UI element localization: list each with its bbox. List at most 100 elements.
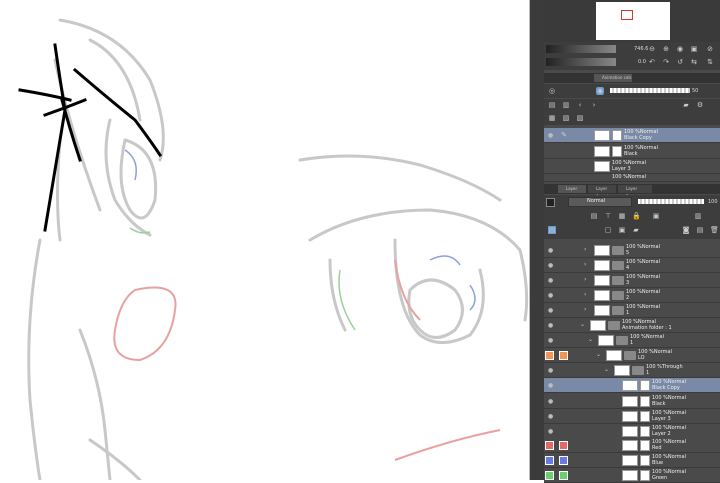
cel-row[interactable]: ● ✎ 100 %Normal Black Copy [544, 128, 720, 143]
layer-row[interactable]: ●100 %NormalGreen [544, 468, 720, 483]
eye-icon[interactable]: ● [548, 337, 555, 344]
layer-row[interactable]: ● 100 %Normal Layer 2 [544, 424, 720, 439]
merge-icon[interactable]: ▤ [696, 226, 704, 234]
new-raster-icon[interactable]: ▢ [604, 226, 612, 234]
mask-icon[interactable]: ▣ [652, 212, 660, 220]
clip-icon[interactable]: ▤ [590, 212, 598, 220]
rotate-left-icon[interactable]: ↶ [648, 58, 656, 66]
eye-icon[interactable]: ● [548, 398, 555, 405]
expand-chevron-icon[interactable]: › [584, 291, 586, 298]
layer-row[interactable]: ● › 100 %Normal 1 [544, 303, 720, 318]
expand-chevron-icon[interactable]: › [584, 276, 586, 283]
cel-tool-3-icon[interactable]: ▨ [576, 114, 584, 122]
layer-row[interactable]: ● 100 %Normal Black [544, 394, 720, 409]
tab-layer[interactable]: Layer [558, 185, 586, 193]
layer-color-tag[interactable] [559, 351, 568, 360]
eye-icon[interactable]: ● [548, 428, 555, 435]
layer-row[interactable]: ●⌄100 %NormalLO [544, 348, 720, 363]
expand-chevron-icon[interactable]: › [584, 246, 586, 253]
copy-cel-icon[interactable]: ▥ [562, 101, 570, 109]
flip-h-icon[interactable]: ⇆ [690, 58, 698, 66]
folder-icon[interactable]: ▰ [682, 101, 690, 109]
fit-icon[interactable]: ◉ [676, 45, 684, 53]
layer-tool-icon[interactable]: ▤ [548, 226, 556, 234]
cel-tool-2-icon[interactable]: ▧ [562, 114, 570, 122]
layer-color-tag[interactable] [545, 351, 554, 360]
eye-icon[interactable]: ● [548, 292, 555, 299]
reset-rotate-icon[interactable]: ↺ [676, 58, 684, 66]
delete-icon[interactable]: 🗑 [710, 226, 719, 234]
drawing-canvas[interactable] [0, 0, 530, 480]
new-cel-icon[interactable]: ▤ [548, 101, 556, 109]
expand-chevron-icon[interactable]: › [584, 306, 586, 313]
eye-icon[interactable]: ● [548, 413, 555, 420]
zoom-out-icon[interactable]: ⊖ [648, 45, 656, 53]
cel-row[interactable]: 100 %Normal [544, 174, 720, 182]
view-rect[interactable] [621, 10, 633, 20]
layer-blend-text: 100 %Normal [626, 274, 660, 280]
prev-icon[interactable]: ‹ [576, 101, 584, 109]
navigator-thumbnail[interactable] [596, 2, 670, 40]
layer-row[interactable]: ● 100 %Normal Black Copy [544, 378, 720, 393]
rotate-right-icon[interactable]: ↷ [662, 58, 670, 66]
layer-color-tag[interactable] [559, 471, 568, 480]
flip-v-icon[interactable]: ⇅ [706, 58, 714, 66]
layer-color-tag[interactable] [559, 441, 568, 450]
new-vector-icon[interactable]: ▣ [618, 226, 626, 234]
layer-row[interactable]: ● › 100 %Normal 5 [544, 243, 720, 258]
layer-row[interactable]: ● ⌄ 100 %Through 1 [544, 363, 720, 378]
settings-icon[interactable]: ⚙ [696, 101, 704, 109]
actual-size-icon[interactable]: ▣ [690, 45, 698, 53]
layer-row[interactable]: ● › 100 %Normal 2 [544, 288, 720, 303]
eye-icon[interactable]: ● [548, 322, 555, 329]
blend-mode-select[interactable]: Normal [568, 197, 632, 207]
tab-animation-cels[interactable]: Animation cels [594, 74, 632, 82]
layer-row[interactable]: ● 100 %Normal Layer 3 [544, 409, 720, 424]
layer-color-tag[interactable] [545, 441, 554, 450]
next-icon[interactable]: › [590, 101, 598, 109]
cel-row[interactable]: 100 %Normal Black [544, 144, 720, 159]
eye-icon[interactable]: ● [548, 277, 555, 284]
cel-row[interactable]: 100 %Normal Layer 3 [544, 159, 720, 174]
eye-icon[interactable]: ● [548, 247, 555, 254]
eye-icon[interactable]: ● [548, 262, 555, 269]
expand-chevron-icon[interactable]: ⌄ [604, 366, 609, 373]
new-folder-icon[interactable]: ▰ [632, 226, 640, 234]
layer-row[interactable]: ● ⌄ 100 %Normal 1 [544, 333, 720, 348]
layer-blend-text: 100 %Normal [626, 289, 660, 295]
layer-row[interactable]: ● › 100 %Normal 3 [544, 273, 720, 288]
layer-opacity-slider[interactable] [638, 199, 704, 204]
layer-row[interactable]: ● ⌄ 100 %Normal Animation folder : 1 [544, 318, 720, 333]
light-table-icon[interactable]: ◉ [596, 87, 604, 95]
draft-icon[interactable]: ▦ [618, 212, 626, 220]
tab-layer-search[interactable]: Layer Search [588, 185, 616, 199]
opacity-value: 50 [692, 88, 699, 94]
expand-chevron-icon[interactable]: ⌄ [580, 321, 585, 328]
layer-row[interactable]: ●100 %NormalRed [544, 438, 720, 453]
layer-color-tag[interactable] [545, 471, 554, 480]
palette-icon[interactable]: ▥ [694, 212, 702, 220]
zoom-slider[interactable] [546, 45, 616, 53]
expand-chevron-icon[interactable]: ⌄ [588, 336, 593, 343]
rotate-slider[interactable] [546, 58, 616, 66]
reference-icon[interactable]: ⊤ [604, 212, 612, 220]
expand-chevron-icon[interactable]: › [584, 261, 586, 268]
eye-icon[interactable]: ● [548, 132, 555, 139]
flip-icon[interactable]: ⊘ [706, 45, 714, 53]
color-swatch[interactable] [546, 198, 555, 207]
eye-icon[interactable]: ● [548, 367, 555, 374]
layer-color-tag[interactable] [545, 456, 554, 465]
zoom-in-icon[interactable]: ⊕ [662, 45, 670, 53]
layer-row[interactable]: ●100 %NormalBlue [544, 453, 720, 468]
expand-chevron-icon[interactable]: ⌄ [596, 351, 601, 358]
layer-color-tag[interactable] [559, 456, 568, 465]
layer-row[interactable]: ● › 100 %Normal 4 [544, 258, 720, 273]
lock-icon[interactable]: 🔒 [632, 212, 641, 220]
tab-layer-property[interactable]: Layer Property [618, 185, 652, 199]
mask-add-icon[interactable]: ◙ [682, 226, 690, 234]
cel-tool-1-icon[interactable]: ▦ [548, 114, 556, 122]
eye-icon[interactable]: ● [548, 382, 555, 389]
eye-icon[interactable]: ● [548, 307, 555, 314]
opacity-slider[interactable] [610, 88, 690, 93]
onion-icon[interactable]: ◎ [548, 87, 556, 95]
